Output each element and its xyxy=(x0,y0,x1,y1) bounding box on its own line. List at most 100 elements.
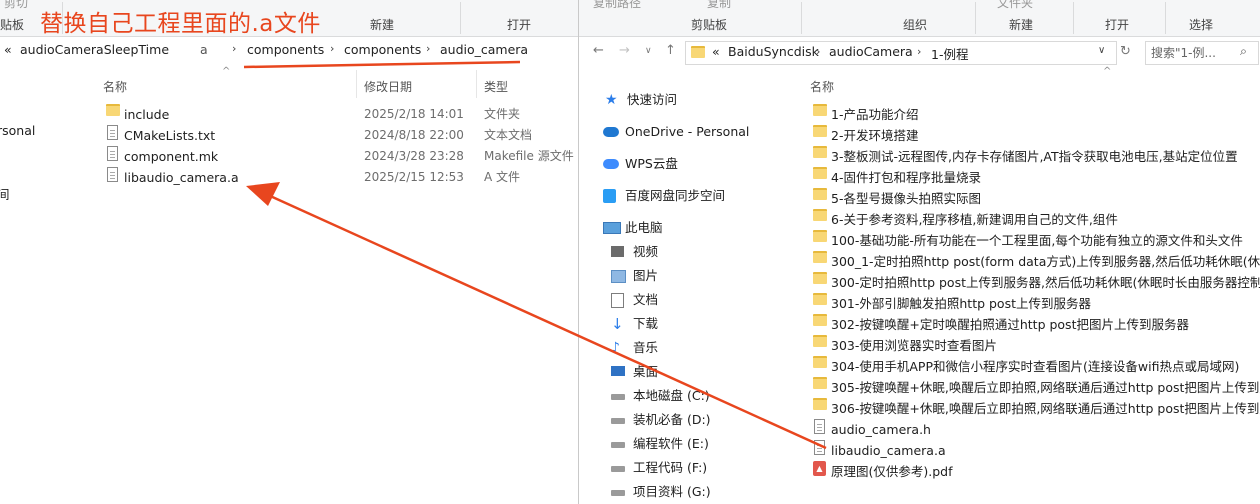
folder-icon xyxy=(813,314,827,326)
nav-item-label: 百度网盘同步空间 xyxy=(625,188,726,203)
chevron-down-icon[interactable]: ∨ xyxy=(1098,45,1105,56)
recent-locations-icon[interactable]: ∨ xyxy=(645,46,652,56)
search-icon[interactable]: ⌕ xyxy=(1240,43,1247,59)
file-row[interactable]: 300_1-定时拍照http post(form data方式)上传到服务器,然… xyxy=(809,251,1260,272)
file-row[interactable]: 303-使用浏览器实时查看图片 xyxy=(809,335,1260,356)
file-name: 4-固件打包和程序批量烧录 xyxy=(831,170,981,185)
file-name: 3-整板测试-远程图传,内存卡存储图片,AT指令获取电池电压,基站定位位置 xyxy=(831,149,1238,164)
breadcrumb-overflow[interactable]: « xyxy=(712,44,720,59)
ribbon-open-label: 打开 xyxy=(507,18,532,32)
forward-arrow-icon[interactable]: → xyxy=(619,43,630,58)
drive-icon xyxy=(611,418,625,424)
drive-icon xyxy=(611,442,625,448)
nav-item-label: 快速访问 xyxy=(627,92,678,107)
file-row[interactable]: ▲ 原理图(仅供参考).pdf xyxy=(809,461,1260,482)
file-name: 5-各型号摄像头拍照实际图 xyxy=(831,191,981,206)
file-row[interactable]: CMakeLists.txt 2024/8/18 22:00 文本文档 xyxy=(0,125,578,146)
file-type: 文本文档 xyxy=(484,128,533,142)
breadcrumb-item[interactable]: components xyxy=(247,42,324,57)
ribbon-copy[interactable]: 复制 xyxy=(707,0,731,11)
chevron-right-icon[interactable]: › xyxy=(232,42,236,55)
file-row[interactable]: 301-外部引脚触发拍照http post上传到服务器 xyxy=(809,293,1260,314)
file-name: 300-定时拍照http post上传到服务器,然后低功耗休眠(休眠时长由服务器… xyxy=(831,275,1260,290)
folder-icon xyxy=(813,209,827,221)
file-row[interactable]: include 2025/2/18 14:01 文件夹 xyxy=(0,104,578,125)
nav-item-label: 装机必备 (D:) xyxy=(633,412,711,427)
column-divider[interactable] xyxy=(356,70,357,98)
file-name: component.mk xyxy=(124,149,219,164)
folder-icon xyxy=(813,377,827,389)
file-row[interactable]: 302-按键唤醒+定时唤醒拍照通过http post把图片上传到服务器 xyxy=(809,314,1260,335)
file-row[interactable]: libaudio_camera.a xyxy=(809,440,1260,461)
back-arrow-icon[interactable]: ← xyxy=(593,43,604,58)
column-divider[interactable] xyxy=(476,70,477,98)
right-explorer-window: 复制路径 复制 文件夹 剪贴板 组织 新建 打开 选择 ← → ∨ ↑ « Ba… xyxy=(579,0,1260,504)
breadcrumb-item[interactable]: audioCameraSleepTime xyxy=(20,42,169,57)
nav-item-label: 视频 xyxy=(633,244,659,259)
file-name: 301-外部引脚触发拍照http post上传到服务器 xyxy=(831,296,1091,311)
nav-item-label: 项目资料 (G:) xyxy=(633,484,711,499)
chevron-right-icon[interactable]: › xyxy=(816,45,820,58)
file-name: include xyxy=(124,107,170,122)
annotation-label: 替换自己工程里面的.a文件 xyxy=(40,11,321,37)
download-icon: ↓ xyxy=(611,315,624,333)
column-header-type[interactable]: 类型 xyxy=(484,78,508,95)
nav-item-label: 音乐 xyxy=(633,340,659,355)
folder-icon xyxy=(813,335,827,347)
file-row[interactable]: libaudio_camera.a 2025/2/15 12:53 A 文件 xyxy=(0,167,578,188)
file-row[interactable]: 304-使用手机APP和微信小程序实时查看图片(连接设备wifi热点或局域网) xyxy=(809,356,1260,377)
ribbon-cut-label[interactable]: 剪切 xyxy=(4,0,28,11)
file-row[interactable]: 6-关于参考资料,程序移植,新建调用自己的文件,组件 xyxy=(809,209,1260,230)
nav-item-label: 桌面 xyxy=(633,364,659,379)
refresh-icon[interactable]: ↻ xyxy=(1120,44,1131,59)
chevron-right-icon[interactable]: › xyxy=(917,45,921,58)
chevron-right-icon[interactable]: › xyxy=(330,42,334,55)
video-icon xyxy=(611,246,624,257)
ribbon-organize-label: 组织 xyxy=(903,18,928,32)
left-address-bar[interactable]: « audioCameraSleepTime a › components › … xyxy=(0,38,578,66)
file-row[interactable]: component.mk 2024/3/28 23:28 Makefile 源文… xyxy=(0,146,578,167)
column-header-name[interactable]: 名称 xyxy=(103,78,127,95)
breadcrumb-item[interactable]: a xyxy=(200,42,208,57)
file-name: 300_1-定时拍照http post(form data方式)上传到服务器,然… xyxy=(831,254,1260,269)
file-row[interactable]: 2-开发环境搭建 xyxy=(809,125,1260,146)
nav-item-label: 工程代码 (F:) xyxy=(633,460,708,475)
breadcrumb-item[interactable]: BaiduSyncdisk xyxy=(728,44,819,59)
folder-icon xyxy=(813,188,827,200)
ribbon-folder[interactable]: 文件夹 xyxy=(997,0,1033,11)
breadcrumb-item[interactable]: audioCamera xyxy=(829,44,913,59)
file-row[interactable]: audio_camera.h xyxy=(809,419,1260,440)
music-icon: ♪ xyxy=(611,340,620,356)
breadcrumb-overflow[interactable]: « xyxy=(4,42,12,57)
file-name: libaudio_camera.a xyxy=(124,170,239,185)
file-row[interactable]: 1-产品功能介绍 xyxy=(809,104,1260,125)
pdf-icon: ▲ xyxy=(813,461,826,476)
ribbon-select-label: 选择 xyxy=(1189,18,1214,32)
star-icon: ★ xyxy=(605,92,618,108)
file-row[interactable]: 100-基础功能-所有功能在一个工程里面,每个功能有独立的源文件和头文件 xyxy=(809,230,1260,251)
search-box[interactable]: 搜索"1-例... ⌕ xyxy=(1145,41,1259,65)
file-icon xyxy=(107,125,118,140)
file-row[interactable]: 306-按键唤醒+休眠,唤醒后立即拍照,网络联通后通过http post把图片上… xyxy=(809,398,1260,419)
file-row[interactable]: 305-按键唤醒+休眠,唤醒后立即拍照,网络联通后通过http post把图片上… xyxy=(809,377,1260,398)
ribbon-copy-path[interactable]: 复制路径 xyxy=(593,0,641,11)
breadcrumb-item[interactable]: components xyxy=(344,42,421,57)
file-row[interactable]: 5-各型号摄像头拍照实际图 xyxy=(809,188,1260,209)
file-icon xyxy=(107,146,118,161)
breadcrumb-item-current[interactable]: audio_camera xyxy=(440,42,528,57)
breadcrumb-item-current[interactable]: 1-例程 xyxy=(931,44,968,63)
file-row[interactable]: 3-整板测试-远程图传,内存卡存储图片,AT指令获取电池电压,基站定位位置 xyxy=(809,146,1260,167)
column-header-date[interactable]: 修改日期 xyxy=(364,78,412,95)
address-box[interactable]: « BaiduSyncdisk › audioCamera › 1-例程 ∨ xyxy=(685,41,1117,65)
file-row[interactable]: 300-定时拍照http post上传到服务器,然后低功耗休眠(休眠时长由服务器… xyxy=(809,272,1260,293)
file-row[interactable]: 4-固件打包和程序批量烧录 xyxy=(809,167,1260,188)
file-name: 6-关于参考资料,程序移植,新建调用自己的文件,组件 xyxy=(831,212,1118,227)
file-icon xyxy=(814,419,825,434)
nav-item-label: 编程软件 (E:) xyxy=(633,436,709,451)
file-date: 2025/2/15 12:53 xyxy=(364,170,464,184)
ribbon-clipboard-label: 贴板 xyxy=(0,18,25,32)
chevron-right-icon[interactable]: › xyxy=(426,42,430,55)
file-name: audio_camera.h xyxy=(831,422,931,437)
up-arrow-icon[interactable]: ↑ xyxy=(665,43,676,58)
column-header-name[interactable]: 名称 xyxy=(810,78,834,95)
